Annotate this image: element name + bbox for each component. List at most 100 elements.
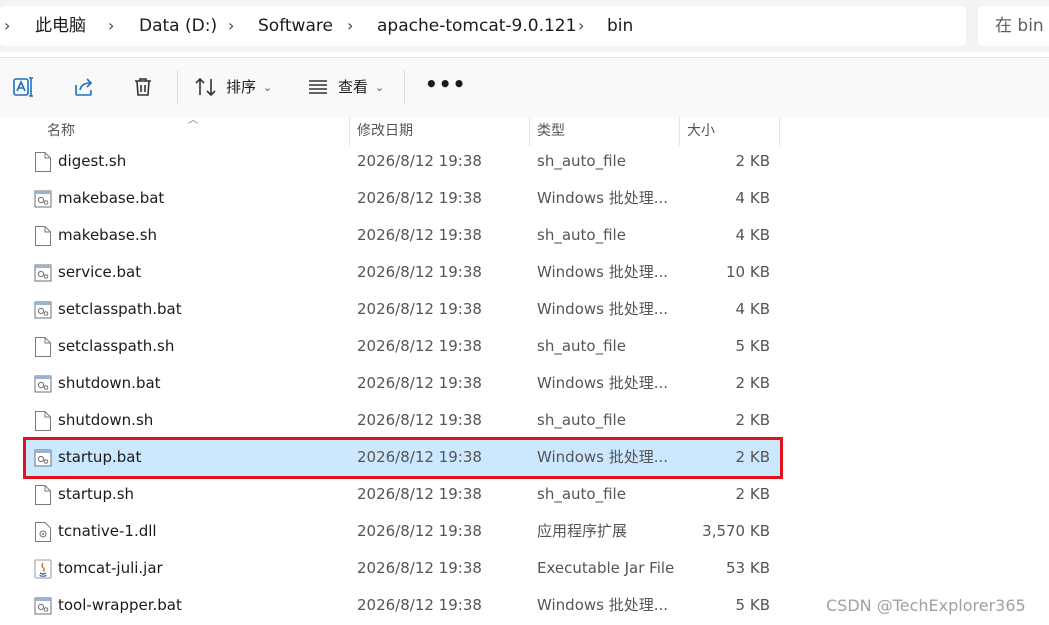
file-row[interactable]: setclasspath.sh 2026/8/12 19:38 sh_auto_fi… [24, 328, 780, 365]
breadcrumb-item-tomcat[interactable]: apache-tomcat-9.0.121 [377, 6, 576, 46]
file-modified-date: 2026/8/12 19:38 [357, 337, 482, 355]
file-name[interactable]: shutdown.bat [58, 365, 161, 402]
file-name[interactable]: tcnative-1.dll [58, 513, 157, 550]
file-name[interactable]: service.bat [58, 254, 141, 291]
column-divider[interactable] [349, 117, 350, 146]
batch-file-icon [34, 597, 52, 615]
file-type: Windows 批处理... [537, 300, 669, 318]
file-row[interactable]: digest.sh 2026/8/12 19:38 sh_auto_file 2 KB [24, 143, 780, 180]
file-type: Windows 批处理... [537, 374, 669, 392]
file-modified-date: 2026/8/12 19:38 [357, 485, 482, 503]
chevron-right-icon[interactable]: › [4, 6, 10, 46]
breadcrumb[interactable]: › 此电脑 › Data (D:) › Software › apache-to… [0, 6, 966, 46]
column-divider[interactable] [679, 117, 680, 146]
file-modified-date: 2026/8/12 19:38 [357, 226, 482, 244]
file-type: sh_auto_file [537, 485, 626, 503]
file-size: 2 KB [735, 485, 770, 503]
file-type: sh_auto_file [537, 226, 626, 244]
file-name[interactable]: setclasspath.bat [58, 291, 182, 328]
search-placeholder: 在 bin [995, 16, 1044, 36]
file-size: 10 KB [726, 263, 770, 281]
file-size: 2 KB [735, 411, 770, 429]
chevron-right-icon[interactable]: › [578, 6, 584, 46]
chevron-right-icon[interactable]: › [228, 6, 234, 46]
file-size: 4 KB [735, 226, 770, 244]
chevron-down-icon[interactable]: ⌄ [263, 77, 272, 99]
blank-file-icon [35, 485, 51, 505]
column-header-name[interactable]: 名称 [47, 117, 75, 146]
file-row[interactable]: startup.sh 2026/8/12 19:38 sh_auto_file 2 K… [24, 476, 780, 513]
file-row[interactable]: tomcat-juli.jar 2026/8/12 19:38 Executable… [24, 550, 780, 587]
file-size: 4 KB [735, 300, 770, 318]
toolbar-divider [404, 70, 405, 104]
file-modified-date: 2026/8/12 19:38 [357, 152, 482, 170]
column-header-date[interactable]: 修改日期 [357, 117, 413, 146]
file-type: 应用程序扩展 [537, 522, 628, 540]
batch-file-icon [34, 301, 52, 319]
file-row[interactable]: setclasspath.bat 2026/8/12 19:38 Windows 批… [24, 291, 780, 328]
file-size: 5 KB [735, 337, 770, 355]
file-modified-date: 2026/8/12 19:38 [357, 522, 482, 540]
file-name[interactable]: shutdown.sh [58, 402, 153, 439]
column-divider[interactable] [779, 117, 780, 146]
column-divider[interactable] [529, 117, 530, 146]
file-size: 5 KB [735, 596, 770, 614]
file-size: 2 KB [735, 152, 770, 170]
view-button-label[interactable]: 查看 [338, 76, 368, 98]
file-type: Windows 批处理... [537, 263, 669, 281]
share-icon[interactable] [72, 75, 96, 99]
blank-file-icon [35, 226, 51, 246]
view-icon[interactable] [306, 75, 330, 99]
watermark: CSDN @TechExplorer365 [826, 596, 1026, 615]
file-name[interactable]: digest.sh [58, 143, 126, 180]
breadcrumb-item-software[interactable]: Software [258, 6, 333, 46]
toolbar-divider [177, 70, 178, 104]
breadcrumb-item-bin[interactable]: bin [607, 6, 633, 46]
more-options-button[interactable]: ••• [425, 72, 466, 96]
file-name[interactable]: tomcat-juli.jar [58, 550, 163, 587]
file-name[interactable]: startup.bat [58, 439, 141, 476]
file-name[interactable]: startup.sh [58, 476, 134, 513]
chevron-right-icon[interactable]: › [108, 6, 114, 46]
file-modified-date: 2026/8/12 19:38 [357, 189, 482, 207]
file-row[interactable]: makebase.sh 2026/8/12 19:38 sh_auto_file 4 … [24, 217, 780, 254]
breadcrumb-item-this-pc[interactable]: 此电脑 [35, 6, 86, 46]
file-name[interactable]: makebase.bat [58, 180, 164, 217]
file-type: Windows 批处理... [537, 448, 669, 466]
java-jar-icon [34, 559, 52, 579]
batch-file-icon [34, 190, 52, 208]
sort-button-label[interactable]: 排序 [226, 76, 256, 98]
chevron-right-icon[interactable]: › [347, 6, 353, 46]
column-header-type[interactable]: 类型 [537, 117, 565, 146]
file-size: 2 KB [735, 448, 770, 466]
sort-ascending-icon: ︿ [188, 115, 198, 126]
search-input[interactable]: 在 bin [978, 6, 1049, 46]
file-size: 53 KB [726, 559, 770, 577]
file-type: Windows 批处理... [537, 189, 669, 207]
file-row[interactable]: shutdown.sh 2026/8/12 19:38 sh_auto_file 2 … [24, 402, 780, 439]
file-type: sh_auto_file [537, 411, 626, 429]
file-size: 2 KB [735, 374, 770, 392]
rename-icon[interactable] [12, 75, 36, 99]
file-name[interactable]: tool-wrapper.bat [58, 587, 182, 624]
file-row[interactable]: tcnative-1.dll 2026/8/12 19:38 应用程序扩展 3,570… [24, 513, 780, 550]
file-row[interactable]: startup.bat 2026/8/12 19:38 Windows 批处理...… [24, 439, 780, 476]
command-bar: 排序 ⌄ 查看 ⌄ ••• [0, 57, 1049, 118]
file-size: 4 KB [735, 189, 770, 207]
blank-file-icon [35, 411, 51, 431]
dll-file-icon [35, 522, 51, 542]
file-row[interactable]: makebase.bat 2026/8/12 19:38 Windows 批处理..… [24, 180, 780, 217]
file-name[interactable]: makebase.sh [58, 217, 157, 254]
breadcrumb-item-drive[interactable]: Data (D:) [139, 6, 217, 46]
sort-icon[interactable] [194, 75, 218, 99]
column-header-size[interactable]: 大小 [687, 117, 715, 146]
delete-icon[interactable] [131, 75, 155, 99]
file-row[interactable]: service.bat 2026/8/12 19:38 Windows 批处理...… [24, 254, 780, 291]
chevron-down-icon[interactable]: ⌄ [375, 77, 384, 99]
file-type: Windows 批处理... [537, 596, 669, 614]
file-row[interactable]: tool-wrapper.bat 2026/8/12 19:38 Windows 批… [24, 587, 780, 624]
file-row[interactable]: shutdown.bat 2026/8/12 19:38 Windows 批处理..… [24, 365, 780, 402]
file-name[interactable]: setclasspath.sh [58, 328, 174, 365]
batch-file-icon [34, 264, 52, 282]
file-modified-date: 2026/8/12 19:38 [357, 374, 482, 392]
